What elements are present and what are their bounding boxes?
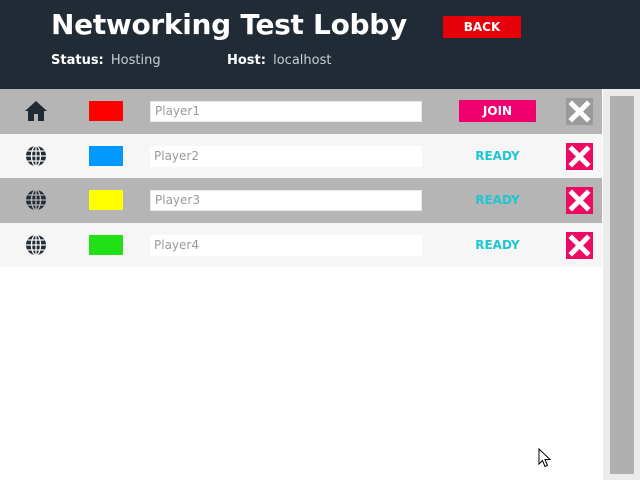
page-title: Networking Test Lobby [51,8,407,41]
player-name-field[interactable] [150,234,422,256]
status-label: Status: [51,53,104,68]
player-row: READY [0,222,602,267]
home-icon [25,101,47,121]
status-info: Status: Hosting [51,53,161,68]
lobby-header: Networking Test Lobby BACK Status: Hosti… [0,0,640,89]
globe-icon [26,144,46,167]
player-row: READY [0,178,602,223]
player-color-swatch[interactable] [89,101,123,121]
host-label: Host: [227,53,266,68]
ready-status: READY [475,193,520,207]
player-color-swatch[interactable] [89,190,123,210]
player-row: READY [0,133,602,178]
ready-status: READY [475,148,520,163]
mouse-cursor-icon [538,448,552,468]
player-color-swatch[interactable] [89,145,123,166]
host-value: localhost [273,53,332,68]
ready-status: READY [475,237,520,252]
join-button[interactable]: JOIN [459,100,536,122]
remove-player-button[interactable] [566,98,593,125]
remove-player-button[interactable] [566,231,593,259]
player-color-swatch[interactable] [89,234,123,255]
player-name-field[interactable] [150,145,422,167]
globe-icon [26,189,46,211]
back-button[interactable]: BACK [443,16,521,38]
player-row: JOIN [0,89,602,134]
status-value: Hosting [110,53,161,68]
player-name-field[interactable] [150,190,422,211]
player-name-field[interactable] [150,101,422,122]
scrollbar-thumb[interactable] [610,96,634,474]
remove-player-button[interactable] [566,187,593,214]
host-info: Host: localhost [227,53,331,68]
player-list: JOIN READY [0,89,602,267]
globe-icon [26,233,46,256]
remove-player-button[interactable] [566,142,593,170]
